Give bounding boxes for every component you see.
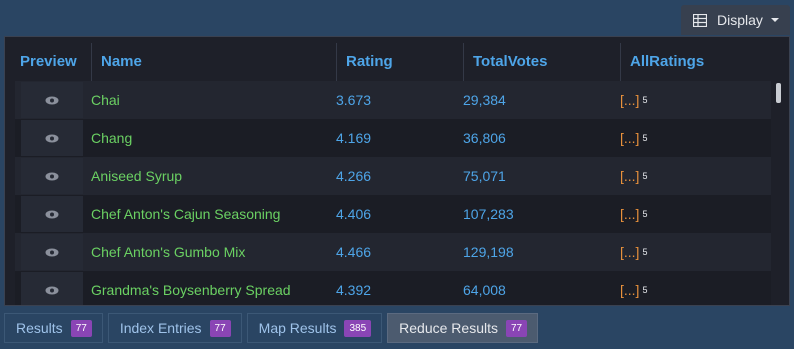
table-header: Preview Name Rating TotalVotes AllRating… [15,43,779,79]
column-header-name[interactable]: Name [91,43,336,79]
table-row[interactable]: Chai 3.673 29,384 [...] 5 [15,81,771,119]
rating-cell: 4.466 [336,244,372,260]
name-cell: Chai [91,92,120,108]
eye-icon [45,286,59,294]
column-header-rating[interactable]: Rating [336,43,463,79]
array-preview: [...] [620,130,640,146]
column-header-allratings[interactable]: AllRatings [620,43,770,79]
name-cell: Chang [91,130,133,146]
column-header-totalvotes[interactable]: TotalVotes [463,43,620,79]
allratings-cell[interactable]: [...] 5 [620,157,647,195]
name-cell: Chef Anton's Cajun Seasoning [91,206,281,222]
table-row[interactable]: Chef Anton's Cajun Seasoning 4.406 107,2… [15,195,771,233]
tab-label: Index Entries [119,320,202,336]
table-row[interactable]: Chang 4.169 36,806 [...] 5 [15,119,771,157]
allratings-cell[interactable]: [...] 5 [620,195,647,233]
array-count: 5 [642,171,648,181]
totalvotes-cell: 29,384 [463,92,506,108]
preview-button[interactable] [21,272,83,305]
count-badge: 77 [209,319,231,337]
allratings-cell[interactable]: [...] 5 [620,271,648,305]
rating-cell: 4.392 [336,282,372,298]
rating-cell: 4.266 [336,168,372,184]
table-row[interactable]: Chef Anton's Gumbo Mix 4.466 129,198 [..… [15,233,771,271]
eye-icon [45,134,59,142]
tab-label: Reduce Results [399,320,498,336]
rating-cell: 4.406 [336,206,372,222]
column-header-preview[interactable]: Preview [15,43,91,79]
array-count: 5 [642,285,648,295]
rating-cell: 4.169 [336,130,372,146]
results-table: Preview Name Rating TotalVotes AllRating… [4,36,790,306]
count-badge: 77 [505,319,528,337]
totalvotes-cell: 129,198 [463,244,514,260]
table-row[interactable]: Aniseed Syrup 4.266 75,071 [...] 5 [15,157,771,195]
tab-results[interactable]: Results 77 [4,313,103,343]
preview-button[interactable] [21,158,83,194]
totalvotes-cell: 36,806 [463,130,506,146]
name-cell: Chef Anton's Gumbo Mix [91,244,246,260]
preview-button[interactable] [21,196,83,232]
name-cell: Aniseed Syrup [91,168,183,184]
display-button-label: Display [717,12,763,28]
tab-index-entries[interactable]: Index Entries 77 [107,313,242,343]
array-preview: [...] [620,244,640,260]
display-button[interactable]: Display [681,5,790,35]
count-badge: 385 [344,319,372,337]
tab-label: Results [16,320,63,336]
array-count: 5 [642,133,648,143]
rating-cell: 3.673 [336,92,372,108]
array-count: 5 [642,247,648,257]
array-preview: [...] [620,168,640,184]
chevron-down-icon [770,18,779,22]
array-count: 5 [642,95,648,105]
allratings-cell[interactable]: [...] 5 [620,81,647,119]
array-count: 5 [642,209,648,219]
tab-label: Map Results [258,320,337,336]
preview-button[interactable] [21,120,83,156]
tab-map-results[interactable]: Map Results 385 [246,313,383,343]
allratings-cell[interactable]: [...] 5 [620,119,647,157]
eye-icon [45,172,59,180]
totalvotes-cell: 75,071 [463,168,506,184]
array-preview: [...] [620,206,640,222]
eye-icon [45,248,59,256]
table-row[interactable]: Grandma's Boysenberry Spread 4.392 64,00… [15,271,771,305]
array-preview: [...] [620,282,640,298]
totalvotes-cell: 64,008 [463,282,506,298]
array-preview: [...] [620,92,640,108]
name-cell: Grandma's Boysenberry Spread [91,282,291,298]
allratings-cell[interactable]: [...] 5 [620,233,647,271]
preview-button[interactable] [21,82,83,118]
table-grid-icon [693,13,707,27]
eye-icon [45,210,59,218]
tab-reduce-results[interactable]: Reduce Results 77 [387,313,539,343]
totalvotes-cell: 107,283 [463,206,514,222]
results-tabs: Results 77 Index Entries 77 Map Results … [4,313,543,343]
vertical-scrollbar[interactable] [776,83,781,103]
count-badge: 77 [70,319,92,337]
eye-icon [45,96,59,104]
table-body: Chai 3.673 29,384 [...] 5 Chang 4.169 36,… [15,81,771,305]
preview-button[interactable] [21,234,83,270]
